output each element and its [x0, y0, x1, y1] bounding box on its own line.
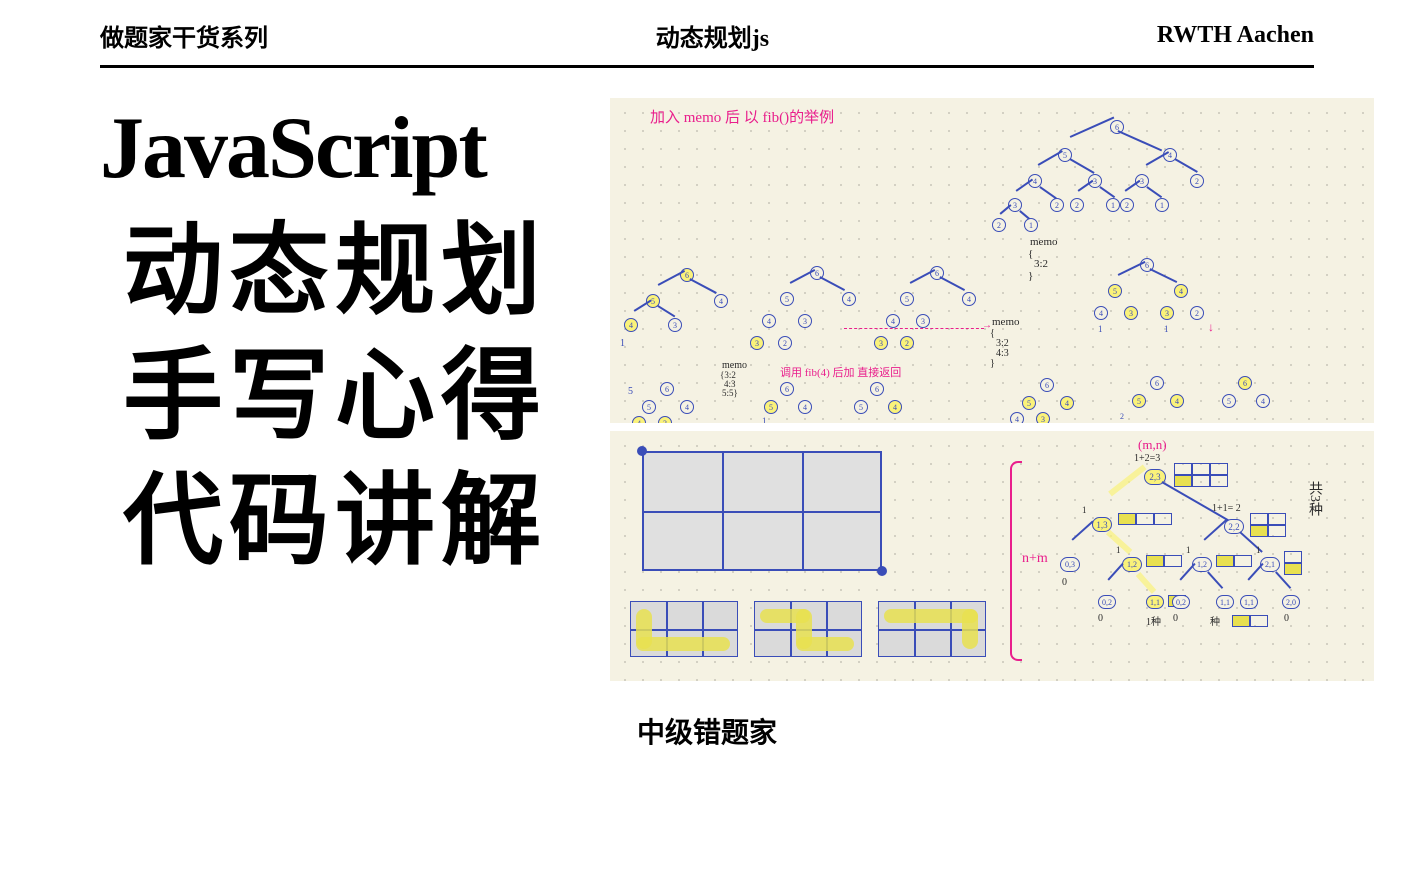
- title-handwritten: 手写心得: [100, 334, 570, 459]
- header-institution-label: RWTH Aachen: [1157, 22, 1314, 49]
- fib-caption: 加入 memo 后 以 fib()的举例: [650, 106, 834, 127]
- title-javascript: JavaScript: [100, 98, 570, 199]
- grid-tree-diagram: n+m (m,n) 1+2=3 2,3 1 1,3 1+1= 2 2,2: [610, 431, 1374, 681]
- title-code-explain: 代码讲解: [100, 459, 570, 584]
- page-header: 做题家干货系列 动态规划js RWTH Aachen: [100, 0, 1314, 68]
- fib-return-note: 调用 fib(4) 后加 直接返回: [780, 364, 901, 380]
- memo-label-1: memo: [1030, 236, 1058, 248]
- total-paths-label: 共3种: [1304, 481, 1324, 516]
- mn-label: (m,n): [1138, 437, 1167, 453]
- header-series-label: 做题家干货系列: [100, 18, 268, 53]
- author-label: 中级错题家: [0, 711, 1414, 751]
- memo-label-2: memo: [992, 316, 1020, 328]
- title-dp: 动态规划: [100, 209, 570, 334]
- title-column: JavaScript 动态规划 手写心得 代码讲解: [100, 98, 570, 681]
- ntm-label: n+m: [1022, 551, 1048, 567]
- diagram-column: 加入 memo 后 以 fib()的举例 6 5 4 4 3 3 2 3 2 2…: [610, 98, 1374, 681]
- fib-tree-diagram: 加入 memo 后 以 fib()的举例 6 5 4 4 3 3 2 3 2 2…: [610, 98, 1374, 423]
- header-topic-label: 动态规划js: [656, 18, 769, 53]
- main-content: JavaScript 动态规划 手写心得 代码讲解 加入 memo 后 以 fi…: [0, 68, 1414, 681]
- problem-brace: [1010, 461, 1022, 661]
